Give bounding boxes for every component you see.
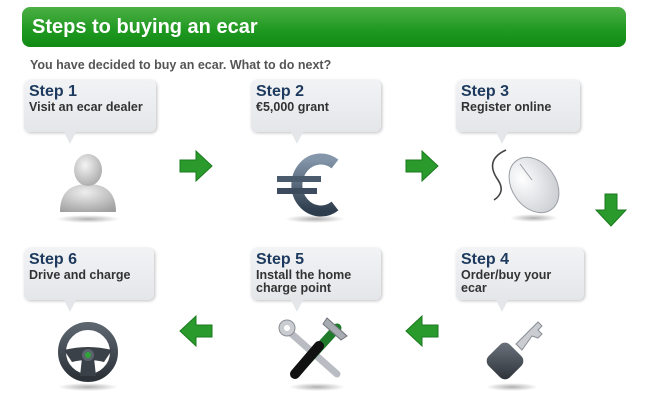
euro-icon (277, 153, 345, 223)
page-title: Steps to buying an ecar (32, 16, 258, 38)
step-2-bubble: Step 2 €5,000 grant (251, 80, 381, 144)
car-key-icon (486, 321, 543, 391)
arrow-right-icon (405, 149, 439, 183)
step-6-title: Step 6 (29, 251, 78, 268)
step-4-desc: Order/buy your ecar (461, 268, 552, 295)
step-1-title: Step 1 (29, 83, 78, 100)
step-4-title: Step 4 (461, 251, 510, 268)
step-1-bubble: Step 1 Visit an ecar dealer (24, 80, 156, 144)
step-2: Step 2 €5,000 grant (251, 80, 421, 230)
step-6-desc: Drive and charge (29, 268, 131, 282)
tools-icon (278, 317, 348, 391)
header-banner: Steps to buying an ecar (22, 7, 626, 47)
step-6: Step 6 Drive and charge (24, 248, 194, 398)
intro-text: You have decided to buy an ecar. What to… (30, 58, 332, 72)
step-4-bubble: Step 4 Order/buy your ecar (456, 248, 584, 312)
step-5-bubble: Step 5 Install the home charge point (251, 248, 381, 312)
step-2-desc: €5,000 grant (256, 100, 329, 114)
step-3-title: Step 3 (461, 83, 510, 100)
step-5-title: Step 5 (256, 251, 305, 268)
step-5: Step 5 Install the home charge point (251, 248, 421, 398)
mouse-icon (491, 149, 560, 222)
person-icon (56, 154, 120, 223)
steering-wheel-icon (58, 322, 118, 391)
arrow-right-icon (179, 149, 213, 183)
arrow-down-icon (594, 193, 628, 227)
step-5-desc: Install the home charge point (256, 268, 352, 295)
arrow-left-icon (179, 314, 213, 348)
step-1-desc: Visit an ecar dealer (29, 100, 143, 114)
arrow-left-icon (405, 314, 439, 348)
step-6-bubble: Step 6 Drive and charge (24, 248, 154, 312)
step-3-bubble: Step 3 Register online (456, 80, 580, 144)
step-2-title: Step 2 (256, 83, 305, 100)
step-3-desc: Register online (461, 100, 552, 114)
step-4: Step 4 Order/buy your ecar (456, 248, 626, 398)
step-1: Step 1 Visit an ecar dealer (24, 80, 194, 230)
